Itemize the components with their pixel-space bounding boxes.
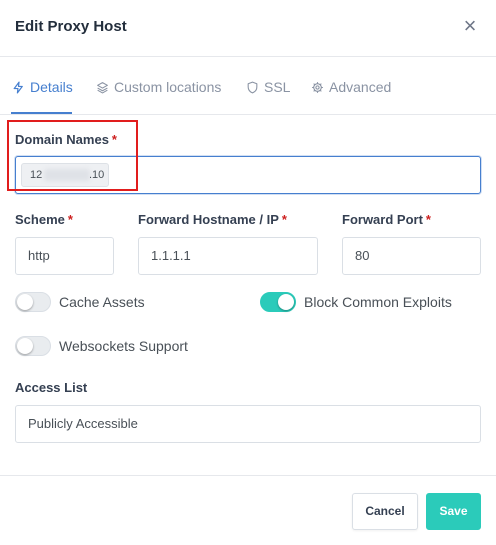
tab-custom-locations[interactable]: Custom locations <box>96 75 221 99</box>
required-marker: * <box>425 212 431 227</box>
tab-ssl[interactable]: SSL <box>246 75 290 99</box>
bolt-icon <box>13 80 23 94</box>
access-list-label: Access List <box>15 380 88 395</box>
required-marker: * <box>67 212 73 227</box>
forward-port-label: Forward Port * <box>342 212 431 227</box>
websockets-row[interactable]: Websockets Support <box>15 334 188 358</box>
tab-details[interactable]: Details <box>12 75 73 99</box>
cancel-button[interactable]: Cancel <box>352 493 418 530</box>
scheme-label-text: Scheme <box>15 212 65 227</box>
save-button[interactable]: Save <box>426 493 481 530</box>
scheme-select[interactable]: http <box>15 237 114 275</box>
cache-assets-toggle[interactable] <box>15 292 51 312</box>
layers-icon <box>97 81 108 93</box>
websockets-toggle[interactable] <box>15 336 51 356</box>
tab-bar: Details Custom locations SSL Advanced <box>0 57 496 115</box>
redacted-blur <box>44 169 90 181</box>
tab-advanced-label: Advanced <box>329 79 392 95</box>
modal-title: Edit Proxy Host <box>15 18 127 35</box>
modal-footer: Cancel Save <box>0 475 496 545</box>
active-tab-indicator <box>11 112 72 114</box>
required-marker: * <box>281 212 287 227</box>
domain-chip-prefix: 12 <box>30 169 43 181</box>
close-icon[interactable]: × <box>460 14 480 38</box>
tab-details-label: Details <box>30 79 73 95</box>
tab-advanced[interactable]: Advanced <box>311 75 391 99</box>
forward-hostname-label-text: Forward Hostname / IP <box>138 212 279 227</box>
forward-hostname-input[interactable]: 1.1.1.1 <box>138 237 318 275</box>
forward-hostname-label: Forward Hostname / IP * <box>138 212 287 227</box>
block-exploits-row[interactable]: Block Common Exploits <box>260 290 452 314</box>
domain-chip-suffix: .10 <box>89 169 105 181</box>
tab-ssl-label: SSL <box>264 79 291 95</box>
block-exploits-toggle[interactable] <box>260 292 296 312</box>
domain-chip[interactable]: 12 .10 <box>21 163 109 187</box>
modal-header: Edit Proxy Host × <box>0 0 496 57</box>
shield-icon <box>247 81 258 93</box>
websockets-label: Websockets Support <box>59 338 188 354</box>
required-marker: * <box>111 132 117 147</box>
block-exploits-label: Block Common Exploits <box>304 294 452 310</box>
domain-names-label: Domain Names * <box>15 132 117 147</box>
domain-names-label-text: Domain Names <box>15 132 109 147</box>
forward-port-label-text: Forward Port <box>342 212 423 227</box>
scheme-label: Scheme * <box>15 212 73 227</box>
gear-icon <box>312 81 323 93</box>
tab-custom-locations-label: Custom locations <box>114 79 222 95</box>
access-list-select[interactable]: Publicly Accessible <box>15 405 481 443</box>
cache-assets-row[interactable]: Cache Assets <box>15 290 145 314</box>
forward-port-input[interactable]: 80 <box>342 237 481 275</box>
cache-assets-label: Cache Assets <box>59 294 145 310</box>
